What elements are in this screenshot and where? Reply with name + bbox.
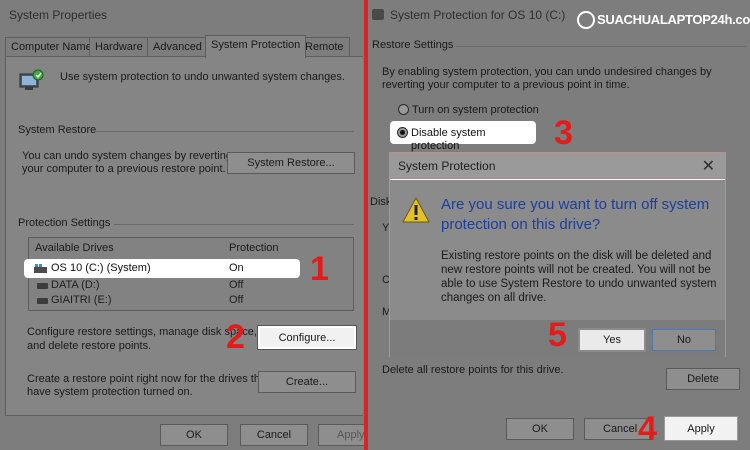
window-title: System Protection for OS 10 (C:)	[390, 8, 566, 22]
create-button[interactable]: Create...	[258, 371, 356, 393]
ok-button[interactable]: OK	[506, 418, 574, 440]
radio-disable-label: Disable system protection	[411, 127, 486, 152]
drive-protection: Off	[229, 294, 244, 306]
create-text-1: Create a restore point right now for the…	[27, 373, 270, 385]
computer-shield-icon	[19, 69, 44, 90]
drive-name: OS 10 (C:) (System)	[51, 262, 151, 274]
radio-turn-on-label: Turn on system protection	[412, 104, 539, 116]
window-icon	[372, 9, 384, 20]
dialog-title: System Protection	[398, 159, 496, 173]
ok-button[interactable]: OK	[160, 424, 228, 446]
system-restore-button[interactable]: System Restore...	[227, 152, 355, 174]
logo-icon	[577, 11, 595, 29]
divider	[114, 224, 354, 225]
tab-advanced[interactable]: Advanced	[147, 37, 208, 57]
dialog-titlebar: System Protection ✕	[390, 153, 725, 179]
apply-button[interactable]: Apply	[318, 424, 364, 446]
protection-settings-label: Protection Settings	[18, 217, 111, 229]
drive-name: GIAITRI (E:)	[51, 294, 112, 306]
drive-icon	[37, 283, 48, 289]
window-title: System Properties	[9, 8, 108, 22]
create-text-2: have system protection turned on.	[27, 386, 193, 398]
drive-row-e[interactable]: GIAITRI (E:) Off	[29, 293, 353, 309]
delete-text: Delete all restore points for this drive…	[382, 364, 564, 376]
tab-system-protection[interactable]: System Protection	[205, 35, 307, 58]
step-3: 3	[554, 114, 573, 152]
warning-icon	[402, 197, 430, 223]
cancel-button[interactable]: Cancel	[240, 424, 308, 446]
apply-button[interactable]: Apply	[664, 416, 738, 441]
drive-icon	[37, 298, 48, 304]
divider	[96, 131, 354, 132]
drive-protection: On	[229, 262, 244, 274]
yes-button[interactable]: Yes	[578, 328, 646, 352]
drive-row-d[interactable]: DATA (D:) Off	[29, 278, 353, 294]
radio-turn-on[interactable]	[398, 104, 409, 115]
radio-disable[interactable]	[397, 127, 408, 138]
step-4: 4	[638, 410, 657, 448]
windows-drive-icon	[34, 264, 47, 273]
system-restore-text-2: your computer to a previous restore poin…	[22, 163, 226, 175]
step-2: 2	[226, 318, 245, 356]
tab-hardware[interactable]: Hardware	[89, 37, 149, 57]
restore-desc-2: reverting your computer to a previous po…	[382, 79, 630, 91]
logo-text: SUACHUALAPTOP24h.com	[597, 12, 750, 27]
close-icon[interactable]: ✕	[702, 156, 715, 176]
configure-text-2: and delete restore points.	[27, 340, 152, 352]
restore-settings-label: Restore Settings	[372, 39, 454, 51]
divider	[456, 46, 746, 47]
tab-remote[interactable]: Remote	[299, 37, 350, 57]
site-logo: SUACHUALAPTOP24h.com	[575, 6, 750, 34]
col-available-drives: Available Drives	[35, 242, 114, 254]
drive-protection: Off	[229, 279, 244, 291]
configure-button[interactable]: Configure...	[258, 326, 356, 349]
col-protection: Protection	[229, 242, 279, 254]
restore-desc-1: By enabling system protection, you can u…	[382, 66, 712, 78]
configure-text-1: Configure restore settings, manage disk …	[27, 326, 257, 338]
no-button[interactable]: No	[652, 329, 716, 351]
dialog-message: Existing restore points on the disk will…	[441, 250, 717, 304]
radio-disable-highlight[interactable]: Disable system protection	[390, 121, 536, 152]
step-1: 1	[310, 250, 329, 288]
step-5: 5	[548, 316, 567, 354]
intro-text: Use system protection to undo unwanted s…	[60, 71, 345, 83]
system-restore-label: System Restore	[18, 124, 97, 136]
drive-name: DATA (D:)	[51, 279, 100, 291]
system-properties-window: System Properties Computer Name Hardware…	[0, 0, 364, 450]
tab-content	[5, 56, 363, 416]
dialog-question: Are you sure you want to turn off system…	[441, 196, 710, 233]
system-restore-text-1: You can undo system changes by reverting	[22, 150, 232, 162]
delete-button[interactable]: Delete	[666, 368, 740, 390]
drive-row-c-selected[interactable]: OS 10 (C:) (System) On	[24, 259, 300, 278]
tab-computer-name[interactable]: Computer Name	[5, 37, 98, 57]
